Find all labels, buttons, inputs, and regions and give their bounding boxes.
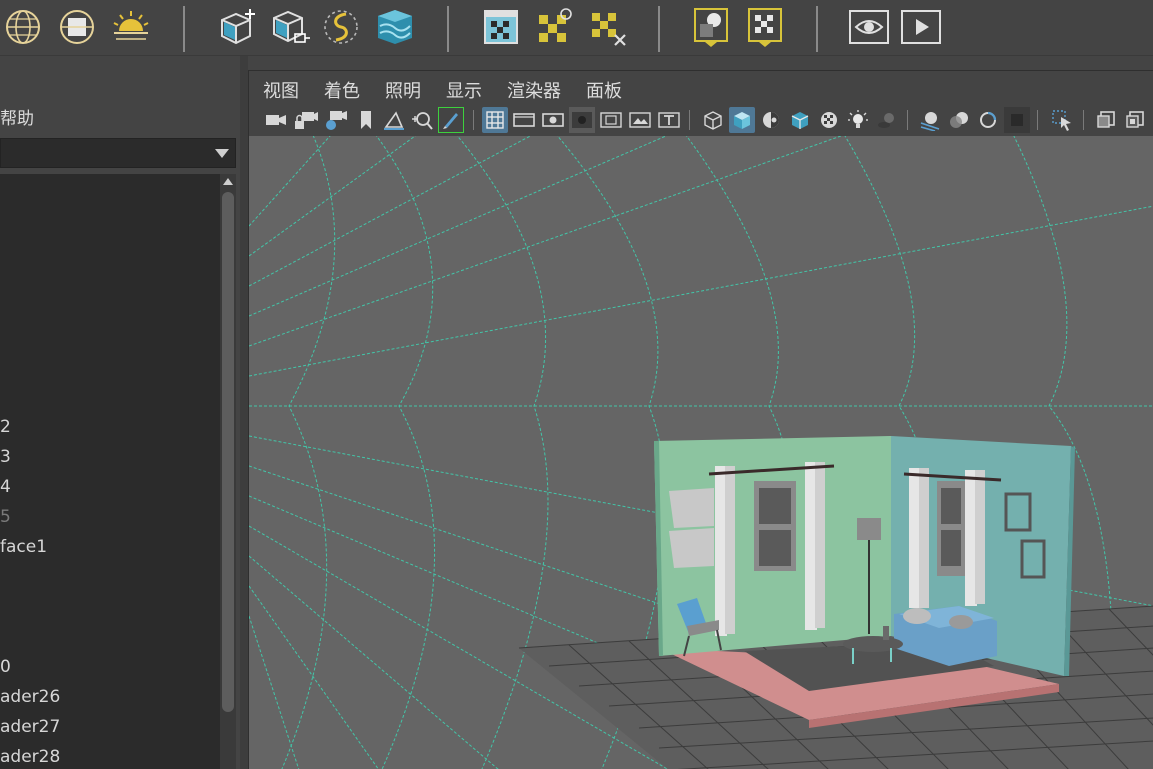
list-item[interactable]: ader27	[0, 717, 60, 737]
checker-move-icon[interactable]	[534, 6, 576, 48]
wireframe-icon[interactable]	[700, 107, 726, 133]
smooth-shade-icon[interactable]	[729, 107, 755, 133]
toolbar-separator	[689, 110, 690, 130]
two-panes-icon[interactable]	[1093, 107, 1119, 133]
toolbar-separator	[473, 110, 474, 130]
wireframe-on-shaded-icon[interactable]	[787, 107, 813, 133]
list-item[interactable]: ader26	[0, 687, 60, 707]
toolbar-separator	[1037, 110, 1038, 130]
four-panes-icon[interactable]	[1122, 107, 1148, 133]
menu-shading[interactable]: 着色	[324, 77, 360, 103]
screen-ao-icon[interactable]	[917, 107, 943, 133]
sun-horizon-icon[interactable]	[110, 6, 152, 48]
safe-action-icon[interactable]	[627, 107, 653, 133]
safe-title-icon[interactable]	[656, 107, 682, 133]
grease-pencil-icon[interactable]	[438, 107, 464, 133]
outliner-filter-dropdown[interactable]	[0, 138, 236, 168]
grid-icon[interactable]	[482, 107, 508, 133]
checker-down-icon[interactable]	[744, 6, 786, 48]
cube-create-icon[interactable]	[216, 6, 258, 48]
panel-splitter[interactable]	[240, 56, 248, 769]
camera-attributes-icon[interactable]	[323, 107, 349, 133]
scroll-up-icon[interactable]	[223, 178, 233, 185]
list-item[interactable]: face1	[0, 537, 47, 557]
select-tool-icon[interactable]	[1049, 107, 1075, 133]
gate-mask-icon[interactable]	[569, 107, 595, 133]
list-item[interactable]: ader28	[0, 747, 60, 767]
eye-visibility-icon[interactable]	[848, 6, 890, 48]
3d-viewport[interactable]	[249, 136, 1153, 769]
shelf-separator	[816, 6, 818, 52]
shader-sphere-icon[interactable]	[690, 6, 732, 48]
lock-camera-icon[interactable]	[293, 107, 319, 133]
isolate-icon[interactable]	[1004, 107, 1030, 133]
viewport-menubar: 视图 着色 照明 显示 渲染器 面板	[249, 71, 1153, 103]
flat-sphere-icon[interactable]	[56, 6, 98, 48]
image-plane-icon[interactable]	[381, 107, 407, 133]
menu-show[interactable]: 显示	[446, 77, 482, 103]
anti-alias-icon[interactable]	[975, 107, 1001, 133]
motion-blur-icon[interactable]	[946, 107, 972, 133]
list-item[interactable]: 2	[0, 417, 11, 437]
list-item[interactable]: 4	[0, 477, 11, 497]
playblast-icon[interactable]	[900, 6, 942, 48]
menu-lighting[interactable]: 照明	[385, 77, 421, 103]
scroll-thumb[interactable]	[222, 192, 234, 712]
resolution-gate-icon[interactable]	[540, 107, 566, 133]
textured-icon[interactable]	[816, 107, 842, 133]
list-item[interactable]: 0	[0, 657, 11, 677]
list-item[interactable]: 3	[0, 447, 11, 467]
use-all-lights-icon[interactable]	[845, 107, 871, 133]
2d-pan-zoom-icon[interactable]	[409, 107, 435, 133]
chevron-down-icon	[215, 149, 229, 158]
outliner-scrollbar[interactable]	[220, 174, 236, 769]
maya-window: 帮助 2 3 4 5 face1 0 ader26 ader27 ader28 …	[0, 0, 1153, 769]
menu-renderer[interactable]: 渲染器	[507, 77, 561, 103]
shelf-separator	[658, 6, 660, 52]
checker-delete-icon[interactable]	[588, 6, 630, 48]
field-chart-icon[interactable]	[598, 107, 624, 133]
viewport-toolbar	[249, 105, 1153, 135]
viewport-scene[interactable]	[249, 136, 1153, 769]
shadows-icon[interactable]	[874, 107, 900, 133]
menu-panels[interactable]: 面板	[586, 77, 622, 103]
shelf-toolbar	[0, 0, 1153, 56]
curve-paint-icon[interactable]	[320, 6, 362, 48]
water-cube-icon[interactable]	[374, 6, 416, 48]
cube-export-icon[interactable]	[268, 6, 310, 48]
default-material-icon[interactable]	[758, 107, 784, 133]
outliner-list[interactable]: 2 3 4 5 face1 0 ader26 ader27 ader28	[0, 174, 220, 769]
select-camera-icon[interactable]	[263, 107, 289, 133]
help-menu[interactable]: 帮助	[0, 104, 34, 130]
film-gate-icon[interactable]	[511, 107, 537, 133]
texture-grid-icon[interactable]	[480, 6, 522, 48]
shelf-separator	[183, 6, 185, 52]
bookmark-icon[interactable]	[353, 107, 379, 133]
toolbar-separator	[1083, 110, 1084, 130]
wireframe-sphere-icon[interactable]	[2, 6, 44, 48]
toolbar-separator	[907, 110, 908, 130]
list-item[interactable]: 5	[0, 507, 11, 527]
menu-view[interactable]: 视图	[263, 77, 299, 103]
shelf-separator	[447, 6, 449, 52]
viewport-panel: 视图 着色 照明 显示 渲染器 面板	[248, 70, 1153, 769]
